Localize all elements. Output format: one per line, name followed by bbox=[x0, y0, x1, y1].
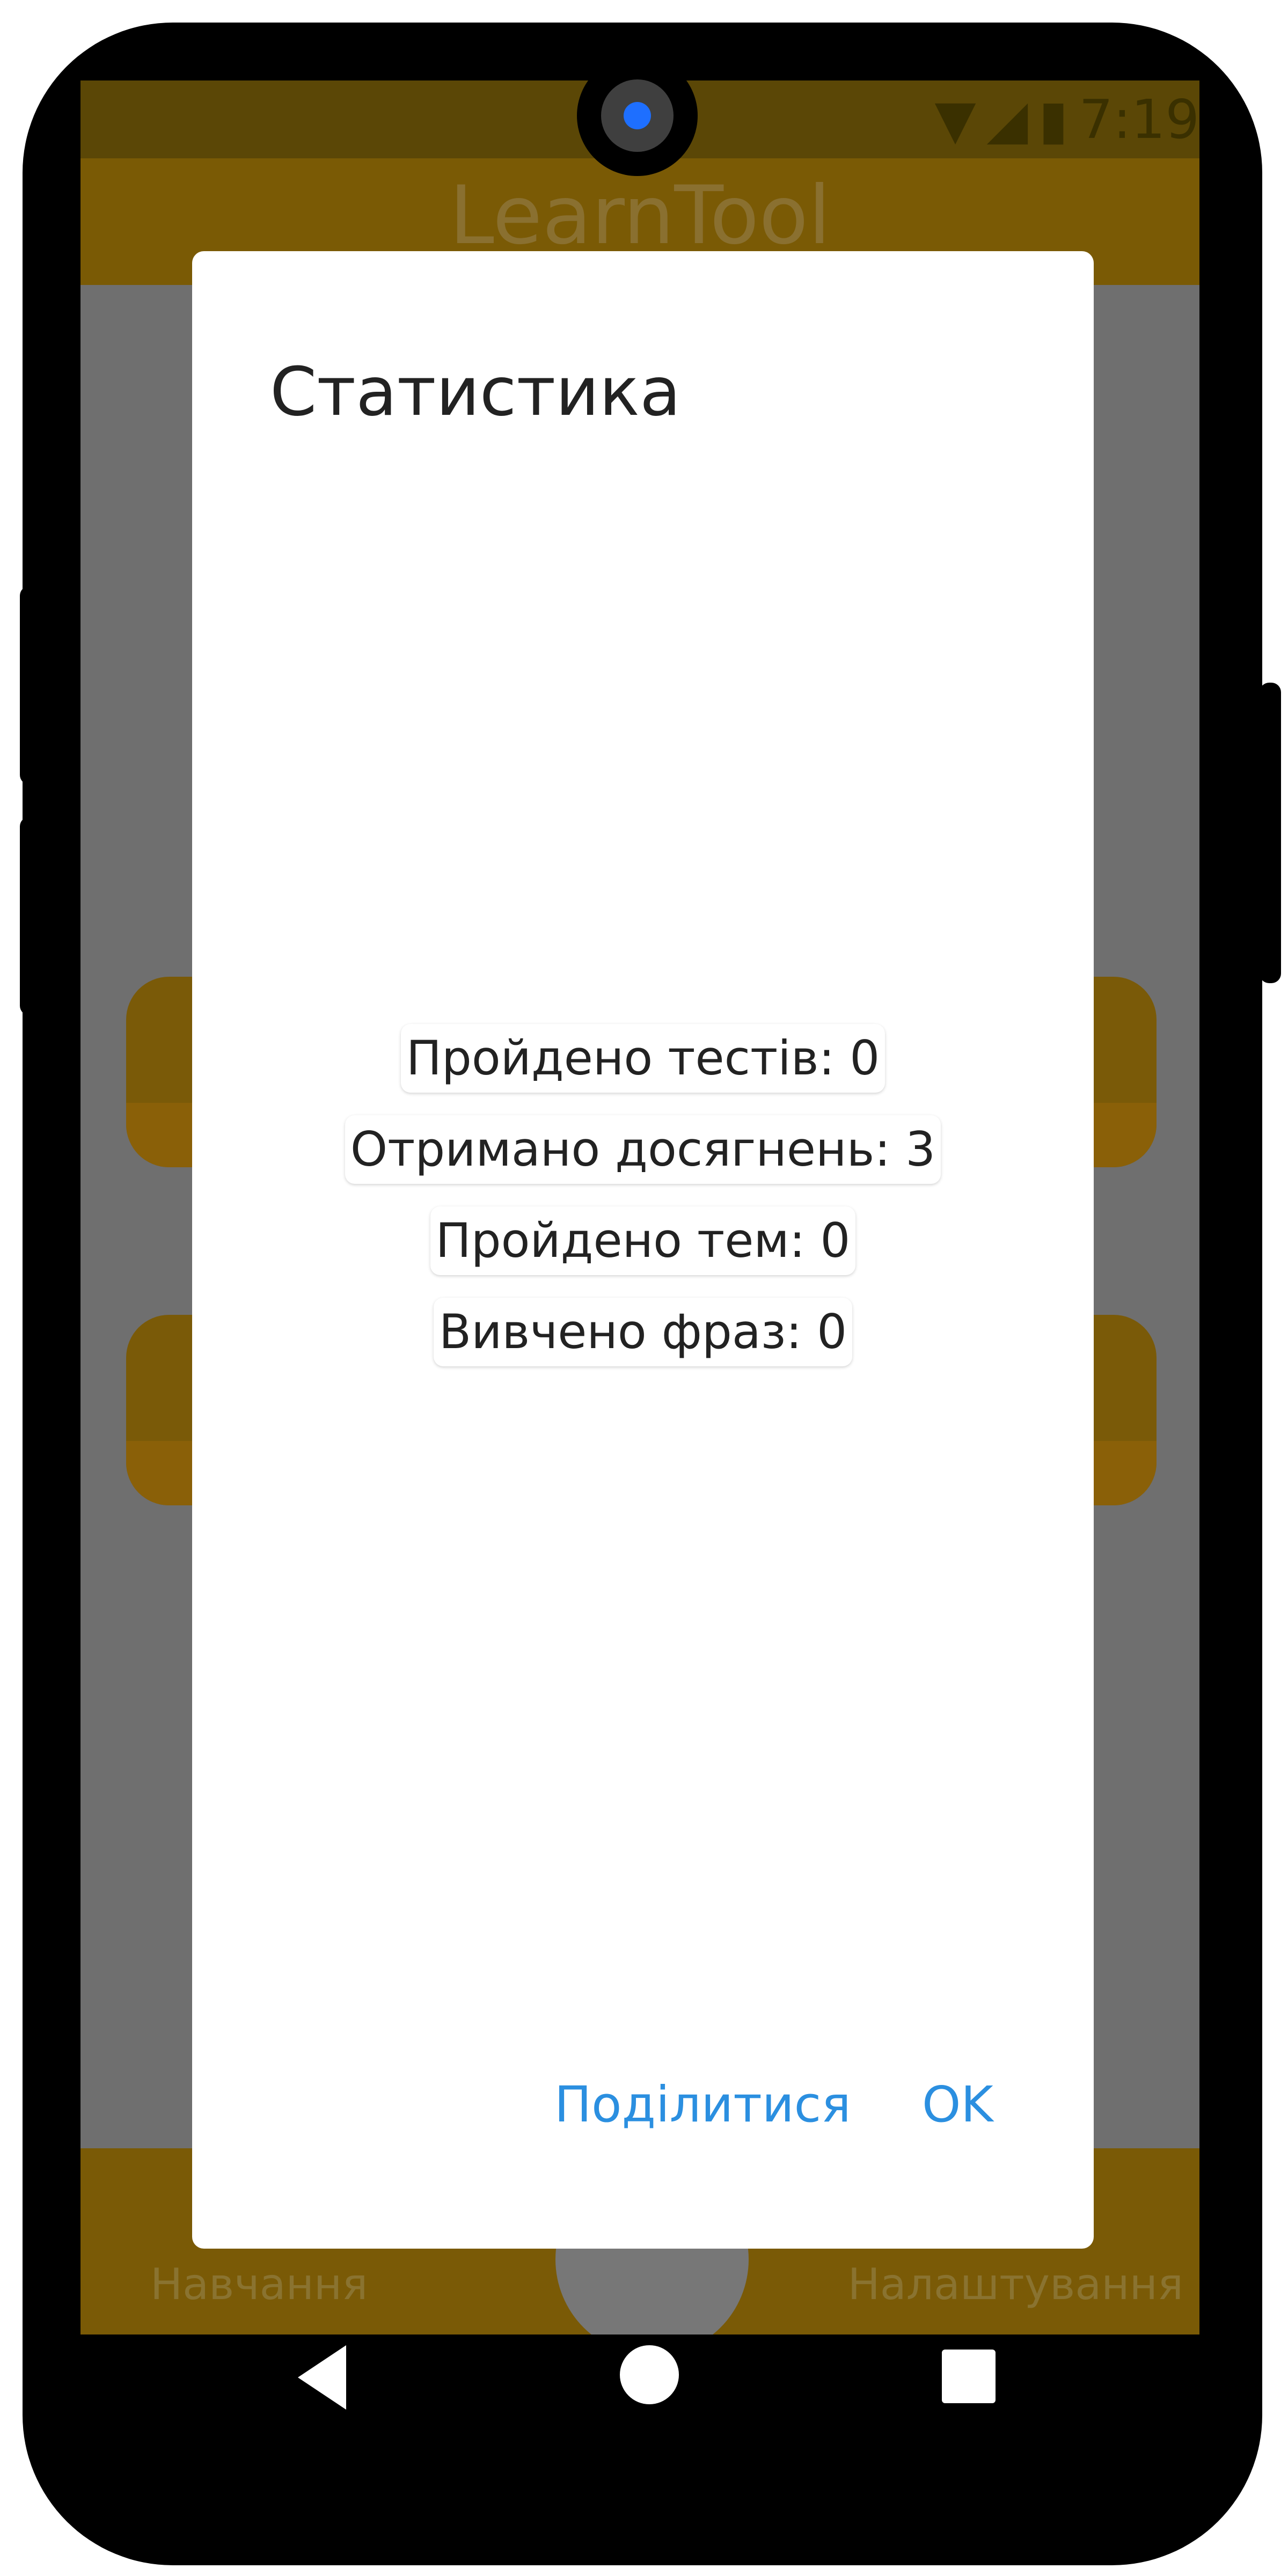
status-time: 7:19 bbox=[1079, 88, 1199, 151]
home-icon[interactable] bbox=[620, 2345, 679, 2404]
battery-icon: ▮ bbox=[1038, 88, 1069, 151]
wifi-icon: ▼ bbox=[934, 88, 976, 151]
volume-up-button bbox=[20, 586, 41, 785]
back-icon[interactable] bbox=[298, 2345, 346, 2410]
stat-achievements: Отримано досягнень: 3 bbox=[345, 1115, 941, 1184]
front-camera bbox=[577, 55, 698, 176]
signal-icon: ◢ bbox=[986, 88, 1028, 151]
stat-tests-passed: Пройдено тестів: 0 bbox=[401, 1024, 885, 1093]
recents-icon[interactable] bbox=[942, 2350, 996, 2403]
dialog-title: Статистика bbox=[270, 353, 681, 431]
statistics-dialog: Статистика Пройдено тестів: 0 Отримано д… bbox=[192, 251, 1094, 2249]
nav-item-settings[interactable]: Налаштування bbox=[848, 2259, 1183, 2309]
stat-topics-passed: Пройдено тем: 0 bbox=[430, 1206, 856, 1275]
stat-list: Пройдено тестів: 0 Отримано досягнень: 3… bbox=[192, 1024, 1094, 1366]
ok-button[interactable]: OK bbox=[922, 2076, 993, 2133]
app-title: LearnTool bbox=[449, 169, 831, 262]
stat-phrases-learned: Вивчено фраз: 0 bbox=[434, 1298, 852, 1366]
volume-down-button bbox=[20, 817, 41, 1015]
share-button[interactable]: Поділитися bbox=[554, 2076, 851, 2133]
power-button bbox=[1260, 683, 1281, 983]
nav-item-learning[interactable]: Навчання bbox=[150, 2259, 368, 2309]
system-navigation-bar bbox=[0, 2345, 1288, 2506]
status-icons: ▼ ◢ ▮ 7:19 bbox=[935, 86, 1199, 153]
